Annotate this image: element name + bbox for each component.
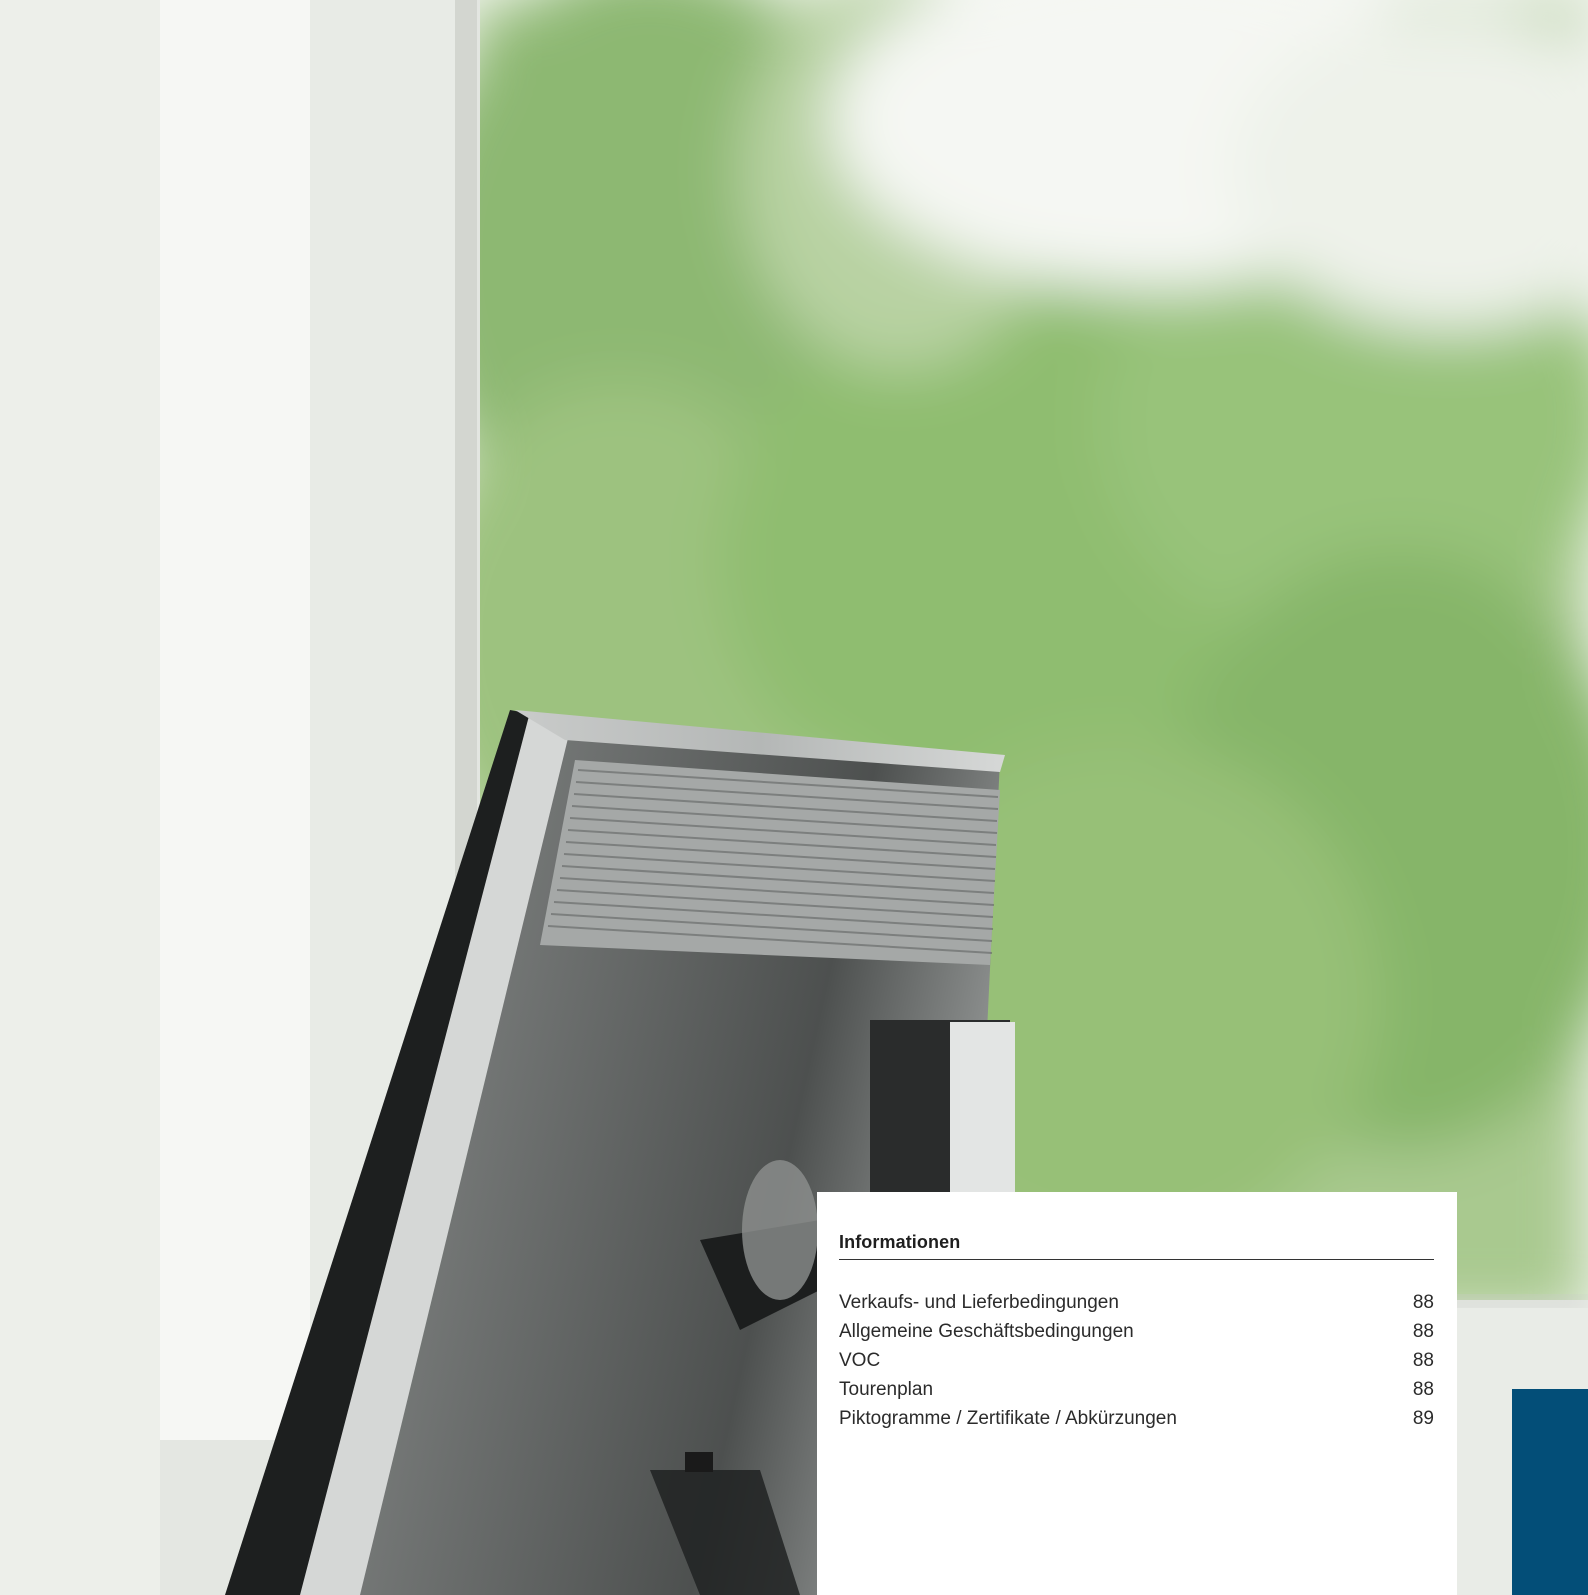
index-item-label: Tourenplan <box>839 1379 934 1400</box>
index-item-page: 88 <box>1412 1350 1434 1371</box>
index-panel: Informationen Verkaufs- und Lieferbeding… <box>817 1192 1457 1595</box>
index-item-label: Allgemeine Geschäftsbedingungen <box>839 1321 1134 1342</box>
index-item-label: VOC <box>839 1350 881 1371</box>
index-item-geschaeftsbedingungen[interactable]: Allgemeine Geschäftsbedingungen 88 <box>839 1317 1434 1346</box>
index-list: Verkaufs- und Lieferbedingungen 88 Allge… <box>839 1288 1434 1433</box>
index-item-verkaufs-lieferbedingungen[interactable]: Verkaufs- und Lieferbedingungen 88 <box>839 1288 1434 1317</box>
index-item-label: Piktogramme / Zertifikate / Abkürzungen <box>839 1408 1177 1429</box>
index-item-page: 88 <box>1412 1379 1434 1400</box>
index-heading: Informationen <box>839 1232 1434 1260</box>
index-item-page: 89 <box>1412 1408 1434 1429</box>
index-item-page: 88 <box>1412 1292 1434 1313</box>
index-item-tourenplan[interactable]: Tourenplan 88 <box>839 1375 1434 1404</box>
index-item-voc[interactable]: VOC 88 <box>839 1346 1434 1375</box>
index-item-label: Verkaufs- und Lieferbedingungen <box>839 1292 1119 1313</box>
section-edge-tab <box>1512 1389 1588 1595</box>
index-item-page: 88 <box>1412 1321 1434 1342</box>
index-item-piktogramme[interactable]: Piktogramme / Zertifikate / Abkürzungen … <box>839 1404 1434 1433</box>
